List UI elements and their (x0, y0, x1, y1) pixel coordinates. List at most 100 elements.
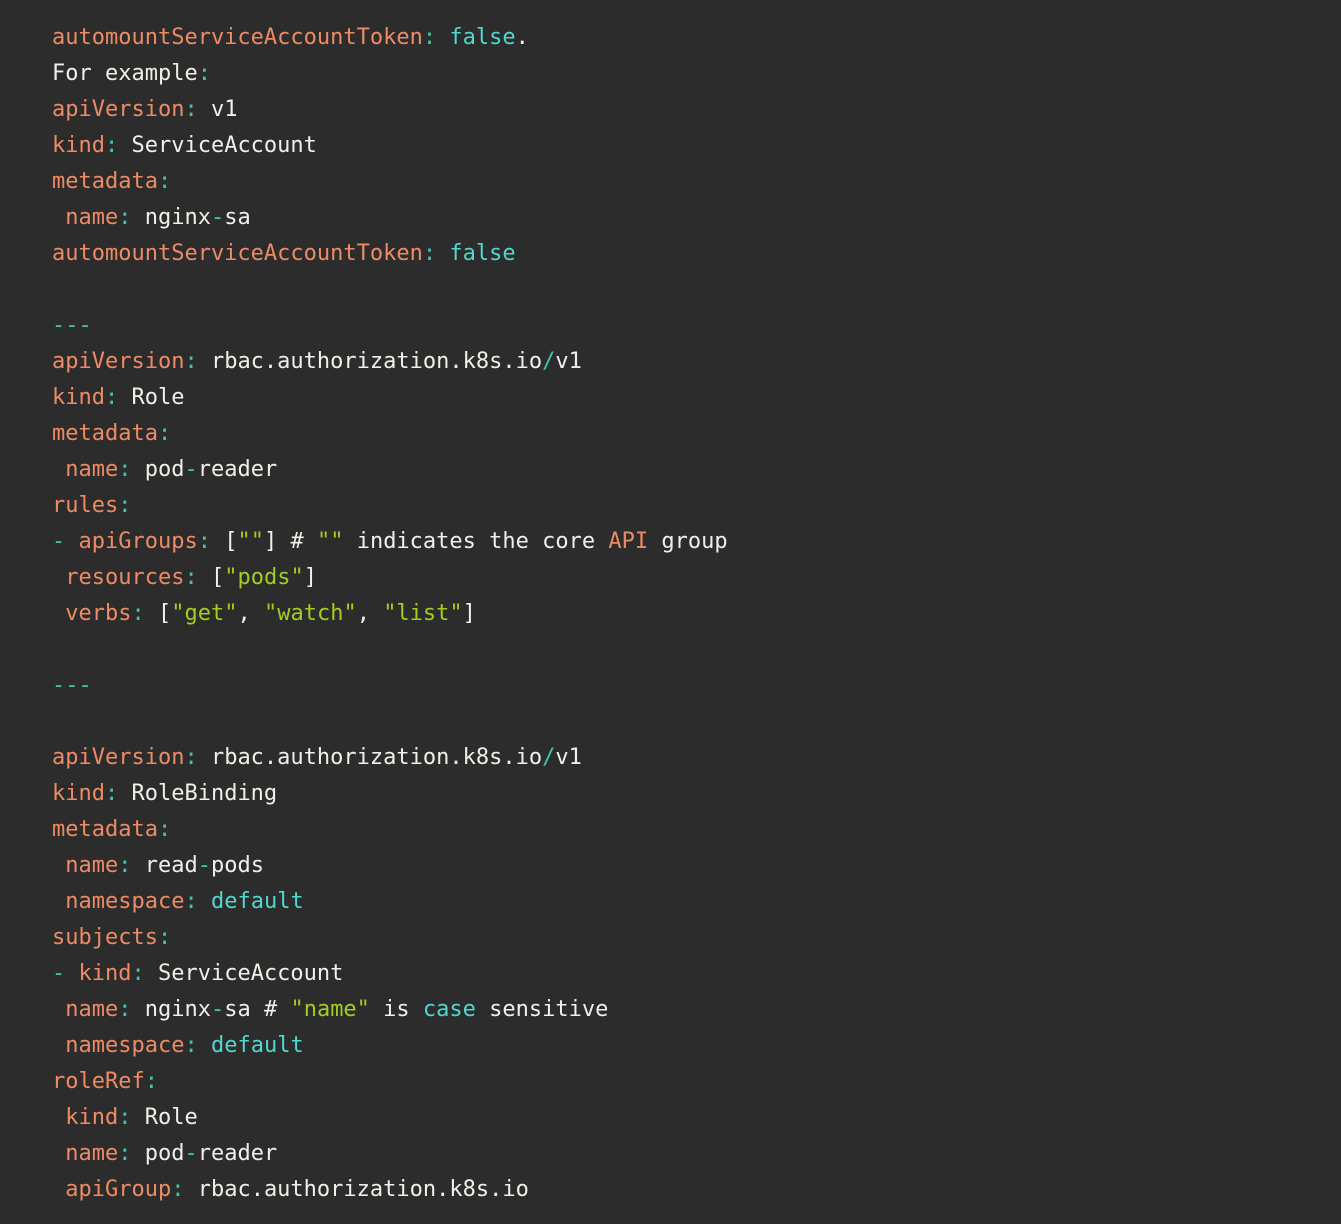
code-token-plain (198, 889, 211, 914)
code-token-plain: nginx (131, 205, 210, 230)
code-token-punct: / (542, 349, 555, 374)
code-token-plain (52, 1033, 65, 1058)
code-line: apiVersion: v1 (52, 92, 1325, 128)
code-token-punct: - (52, 529, 65, 554)
code-token-string: "pods" (224, 565, 303, 590)
code-token-plain: reader (198, 1141, 277, 1166)
code-token-key: verbs (65, 601, 131, 626)
code-token-punct: - (184, 457, 197, 482)
code-token-key: metadata (52, 421, 158, 446)
code-line: kind: RoleBinding (52, 776, 1325, 812)
code-token-key: apiGroup (65, 1177, 171, 1202)
code-line: kind: Role (52, 1100, 1325, 1136)
code-token-plain: ServiceAccount (145, 961, 344, 986)
code-token-key: name (65, 1141, 118, 1166)
code-line: name: pod-reader (52, 1136, 1325, 1172)
code-token-plain (52, 889, 65, 914)
code-token-punct: : (118, 205, 131, 230)
code-token-punct: --- (52, 313, 92, 338)
code-token-plain: rbac.authorization.k8s.io (198, 349, 542, 374)
code-token-plain: v1 (555, 349, 582, 374)
code-token-plain (436, 241, 449, 266)
code-token-plain: sensitive (476, 997, 608, 1022)
code-token-punct: : (118, 493, 131, 518)
code-line: name: read-pods (52, 848, 1325, 884)
code-token-plain (52, 1105, 65, 1130)
code-token-punct: : (184, 349, 197, 374)
code-token-key: resources (65, 565, 184, 590)
code-token-punct: : (184, 1033, 197, 1058)
code-token-plain (52, 457, 65, 482)
code-line: automountServiceAccountToken: false (52, 236, 1325, 272)
code-token-punct: - (198, 853, 211, 878)
code-token-plain (65, 961, 78, 986)
code-token-punct: : (105, 781, 118, 806)
code-token-key: name (65, 997, 118, 1022)
code-token-plain: rbac.authorization.k8s.io (198, 745, 542, 770)
code-token-punct: / (542, 745, 555, 770)
code-token-plain (52, 853, 65, 878)
code-token-plain (436, 25, 449, 50)
code-token-key: metadata (52, 169, 158, 194)
code-token-plain (65, 529, 78, 554)
code-line: apiVersion: rbac.authorization.k8s.io/v1 (52, 740, 1325, 776)
code-line: metadata: (52, 164, 1325, 200)
code-line: namespace: default (52, 884, 1325, 920)
code-token-punct: : (118, 1141, 131, 1166)
code-token-punct: : (145, 1069, 158, 1094)
code-line: verbs: ["get", "watch", "list"] (52, 596, 1325, 632)
code-line: roleRef: (52, 1064, 1325, 1100)
code-line: --- (52, 668, 1325, 704)
code-token-punct: : (158, 925, 171, 950)
code-token-punct: : (198, 61, 211, 86)
code-token-key: kind (52, 385, 105, 410)
code-line: For example: (52, 56, 1325, 92)
code-line (52, 272, 1325, 308)
code-token-value: false (449, 241, 515, 266)
code-token-plain: [ (211, 529, 238, 554)
code-token-key: API (608, 529, 648, 554)
code-line: kind: Role (52, 380, 1325, 416)
code-token-punct: : (158, 817, 171, 842)
code-token-key: rules (52, 493, 118, 518)
code-line: resources: ["pods"] (52, 560, 1325, 596)
code-token-key: metadata (52, 817, 158, 842)
code-token-plain: sa # (224, 997, 290, 1022)
code-token-plain: pod (131, 1141, 184, 1166)
code-token-plain: For example (52, 61, 198, 86)
code-token-string: "" (237, 529, 264, 554)
code-line: subjects: (52, 920, 1325, 956)
code-line: apiVersion: rbac.authorization.k8s.io/v1 (52, 344, 1325, 380)
code-token-plain (52, 997, 65, 1022)
code-token-key: automountServiceAccountToken (52, 25, 423, 50)
code-token-plain: v1 (198, 97, 238, 122)
code-line: name: pod-reader (52, 452, 1325, 488)
code-token-plain: ServiceAccount (118, 133, 317, 158)
code-token-plain: RoleBinding (118, 781, 277, 806)
code-token-plain: Role (131, 1105, 197, 1130)
code-token-plain (52, 1141, 65, 1166)
code-line: name: nginx-sa (52, 200, 1325, 236)
code-token-string: "name" (290, 997, 369, 1022)
code-token-punct: - (211, 997, 224, 1022)
code-token-value: false (449, 25, 515, 50)
code-token-key: subjects (52, 925, 158, 950)
code-token-punct: : (131, 961, 144, 986)
code-token-plain: Role (118, 385, 184, 410)
code-token-key: kind (65, 1105, 118, 1130)
code-line: name: nginx-sa # "name" is case sensitiv… (52, 992, 1325, 1028)
code-token-plain: reader (198, 457, 277, 482)
code-token-string: "get" (171, 601, 237, 626)
code-token-punct: : (171, 1177, 184, 1202)
code-token-key: namespace (65, 889, 184, 914)
code-token-plain: v1 (555, 745, 582, 770)
code-line: rules: (52, 488, 1325, 524)
code-token-key: namespace (65, 1033, 184, 1058)
code-token-punct: : (105, 385, 118, 410)
code-token-string: "watch" (264, 601, 357, 626)
code-token-plain (198, 1033, 211, 1058)
code-token-plain (52, 1177, 65, 1202)
code-token-punct: : (184, 745, 197, 770)
code-token-plain: read (131, 853, 197, 878)
code-line: automountServiceAccountToken: false. (52, 20, 1325, 56)
